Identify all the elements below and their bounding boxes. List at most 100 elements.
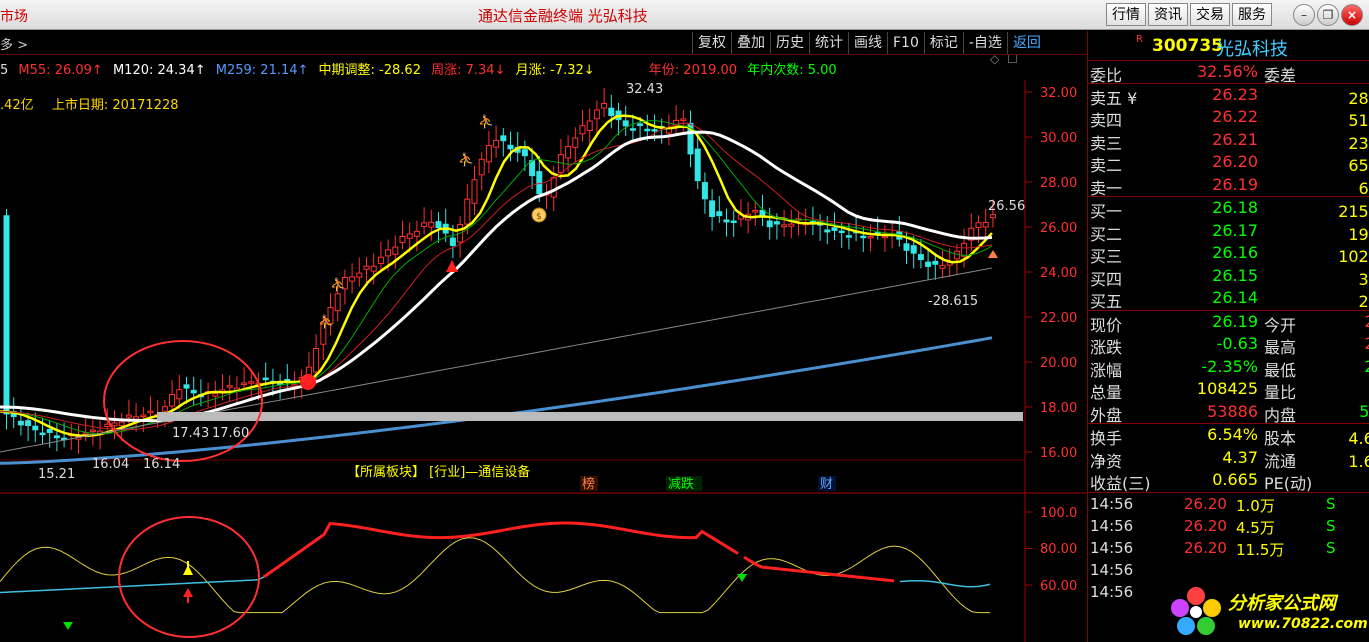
nav-trade-button[interactable]: 交易: [1190, 3, 1230, 26]
r-flag: R: [1136, 34, 1143, 45]
market-label[interactable]: 市场: [0, 6, 28, 26]
sub-y-tick: 80.00: [1040, 542, 1077, 557]
badge-bang[interactable]: 榜: [582, 476, 595, 492]
tick-row: 14:56 26.20 1.0万 S: [1090, 494, 1336, 515]
quote-row: 卖五 ¥26.2328.9万: [1090, 84, 1369, 108]
highlight-circle-main: [103, 340, 263, 462]
month-change-label: 月涨: -7.32↓: [515, 63, 595, 78]
remove-watchlist-button[interactable]: -自选: [962, 32, 1007, 54]
ma120-label: M120: 24.34↑: [112, 63, 206, 78]
quote-row: 外盘53886内盘5453: [1090, 401, 1369, 425]
y-tick: 24.00: [1040, 266, 1077, 281]
quote-row: 总量108425量比0.6: [1090, 379, 1297, 402]
y-tick: 28.00: [1040, 176, 1077, 191]
support-band: [157, 412, 1023, 421]
ma-first: 5: [0, 63, 9, 78]
quote-row: 买五26.142.6万: [1090, 288, 1369, 311]
candlesticks: [3, 87, 996, 454]
ma259-label: M259: 21.14↑: [215, 63, 309, 78]
y-tick: 32.00: [1040, 86, 1077, 101]
annotation-last: 26.56: [988, 199, 1025, 214]
year-label: 年份: 2019.00: [648, 63, 738, 78]
mark-button[interactable]: 标记: [923, 32, 963, 54]
y-tick: 20.00: [1040, 356, 1077, 371]
stats-block: 现价26.19今开26.3涨跌-0.63最高26.4涨幅-2.35%最低25.6…: [1088, 311, 1369, 425]
statistics-button[interactable]: 统计: [809, 32, 848, 54]
quote-row: 卖一26.196.0万: [1090, 174, 1369, 198]
y-tick: 30.00: [1040, 131, 1077, 146]
runner-icon: ⛹: [318, 313, 334, 330]
annotation-low4: 17.43: [172, 426, 209, 441]
annotation-low3: 16.14: [143, 457, 180, 472]
quote-row: 换手6.54%股本4.61亿: [1090, 425, 1369, 448]
quote-row: 买二26.1719.1万: [1090, 220, 1369, 244]
quote-row: 净资4.37流通1.66亿: [1090, 447, 1369, 471]
chart-toolbar: 多 > 复权 叠加 历史 统计 画线 F10 标记 -自选 返回: [0, 31, 1086, 55]
annotation-low-recent: -28.615: [928, 294, 978, 309]
badge-jiandie[interactable]: 减跌: [668, 476, 694, 492]
close-icon[interactable]: ×: [1341, 4, 1363, 26]
nav-news-button[interactable]: 资讯: [1148, 3, 1188, 26]
ask-book: 卖五 ¥26.2328.9万卖四26.2251.9万卖三26.2123.3万卖二…: [1088, 84, 1369, 198]
quote-row: 涨跌-0.63最高26.4: [1090, 334, 1369, 357]
fundamentals-block: 换手6.54%股本4.61亿净资4.37流通1.66亿收益(三)0.665PE(…: [1088, 424, 1369, 493]
flower-logo-icon: [1171, 587, 1221, 635]
restore-icon[interactable]: ❐: [1317, 4, 1339, 26]
mid-adjust-label: 中期调整: -28.62: [318, 63, 421, 78]
stock-code[interactable]: 300735: [1152, 36, 1223, 56]
badge-cai[interactable]: 财: [820, 477, 833, 492]
sector-label[interactable]: 【所属板块】 [行业]—通信设备: [347, 464, 530, 480]
annotation-low2: 16.04: [92, 457, 129, 472]
stock-info-line: .42亿 上市日期: 20171228: [0, 94, 193, 113]
quote-header: R 300735 光弘科技: [1088, 31, 1369, 61]
quote-row: 卖二26.2065.0万: [1090, 152, 1369, 175]
watermark-logo: 分析家公式网 www.70822.com: [1168, 584, 1368, 640]
kline-chart[interactable]: $ ⛹ ⛹ ⛹ ⛹ ◇ ☐ 32.43 26.56 -28.615 15.21 …: [0, 55, 1086, 642]
year-count-label: 年内次数: 5.00: [747, 63, 837, 78]
ma55-label: M55: 26.09↑: [18, 63, 103, 78]
f10-button[interactable]: F10: [887, 32, 924, 54]
nav-quotes-button[interactable]: 行情: [1106, 3, 1146, 26]
window-controls: – ❐ ×: [1293, 4, 1363, 26]
title-bar: 市场 通达信金融终端 光弘科技 行情 资讯 交易 服务 – ❐ ×: [0, 0, 1369, 30]
sub-y-tick: 100.0: [1040, 506, 1077, 521]
oscillator-subchart: [0, 521, 991, 614]
nav-service-button[interactable]: 服务: [1232, 3, 1272, 26]
minimize-icon[interactable]: –: [1293, 4, 1315, 26]
tick-row: 14:56 26.20 11.5万 S: [1090, 538, 1336, 559]
back-button[interactable]: 返回: [1006, 32, 1046, 54]
draw-line-button[interactable]: 画线: [848, 32, 887, 54]
logo-text: 分析家公式网: [1228, 593, 1336, 614]
runner-icon: ⛹: [330, 276, 346, 293]
y-tick: 26.00: [1040, 221, 1077, 236]
runner-icon: ⛹: [478, 113, 494, 130]
week-change-label: 周涨: 7.34↓: [431, 63, 506, 78]
quote-row: 涨幅-2.35%最低25.6: [1090, 356, 1369, 380]
toolbar-buttons: 复权 叠加 历史 统计 画线 F10 标记 -自选 返回: [692, 32, 1046, 54]
list-date-label: 上市日期: 20171228: [51, 98, 179, 113]
annotation-low1: 15.21: [38, 467, 75, 482]
y-tick: 22.00: [1040, 311, 1077, 326]
svg-text:◇: ◇: [990, 55, 1000, 66]
quote-row: 买四26.153.7万: [1090, 265, 1369, 289]
y-tick: 16.00: [1040, 446, 1077, 461]
weibi-row: 委比 32.56% 委差 64: [1088, 61, 1369, 85]
up-triangle-icon: [446, 260, 458, 272]
overlay-button[interactable]: 叠加: [731, 32, 770, 54]
quote-row: 买一26.18215.7万: [1090, 198, 1369, 221]
tick-row: 14:56 26.20 4.5万 S: [1090, 516, 1336, 537]
history-button[interactable]: 历史: [770, 32, 809, 54]
sub-y-tick: 60.00: [1040, 579, 1077, 594]
runner-icon: ⛹: [458, 151, 474, 168]
ma-legend: 5 M55: 26.09↑ M120: 24.34↑ M259: 21.14↑ …: [0, 59, 843, 78]
svg-text:$: $: [536, 212, 542, 222]
period-selector[interactable]: 多 >: [0, 34, 28, 53]
top-nav: 行情 资讯 交易 服务: [1106, 3, 1272, 26]
annotation-low5: 17.60: [212, 426, 249, 441]
orange-triangle-icon: [988, 250, 998, 258]
quote-row: 卖四26.2251.9万: [1090, 107, 1369, 130]
quote-row: 现价26.19今开26.3: [1090, 311, 1369, 335]
stock-name[interactable]: 光弘科技: [1216, 35, 1288, 61]
quote-row: 卖三26.2123.3万: [1090, 129, 1369, 153]
restore-rights-button[interactable]: 复权: [692, 32, 731, 54]
